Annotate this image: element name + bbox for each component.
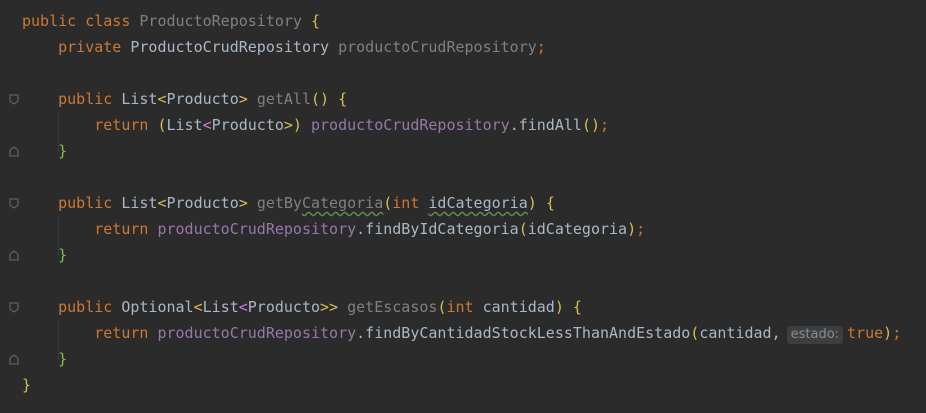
boolean-literal: true (847, 324, 884, 342)
class-open-brace: { (311, 12, 321, 30)
cast-generic-open: < (202, 116, 212, 134)
param-type: int (446, 298, 474, 316)
cast-type: List (166, 116, 203, 134)
class-keyword: public class (22, 12, 131, 30)
code-line: public List<Producto> getAll() { (22, 86, 901, 112)
code-content[interactable]: public class ProductoRepository { privat… (22, 8, 901, 398)
method-close-brace: } (58, 350, 68, 368)
cast-generic-type: Producto (211, 116, 284, 134)
fold-start-icon[interactable] (9, 94, 19, 105)
param-name: idCategoria (428, 194, 528, 212)
arg-close: ) (883, 324, 893, 342)
generic-open: < (193, 298, 203, 316)
fold-start-icon[interactable] (9, 302, 19, 313)
generic-close: > (238, 90, 248, 108)
return-keyword: return (94, 116, 149, 134)
method-open-brace: { (572, 298, 582, 316)
method-close-brace: } (58, 246, 68, 264)
code-line: public Optional<List<Producto>> getEscas… (22, 294, 901, 320)
code-line: return productoCrudRepository.findByCant… (22, 320, 901, 346)
param-open: ( (383, 194, 393, 212)
method-open-brace: { (338, 90, 348, 108)
generic-close: >> (320, 298, 339, 316)
return-type: List (121, 90, 158, 108)
method-call: .findByIdCategoria (356, 220, 519, 238)
code-line: public List<Producto> getByCategoria(int… (22, 190, 901, 216)
field-type: ProductoCrudRepository (130, 38, 330, 56)
field-name: productoCrudRepository (338, 38, 537, 56)
arg-open: ( (518, 220, 528, 238)
code-line: return (List<Producto>) productoCrudRepo… (22, 112, 901, 138)
code-line: } (22, 242, 901, 268)
method-open-brace: { (545, 194, 555, 212)
method-name-typo: Categoria (301, 194, 384, 212)
semicolon: ; (600, 116, 610, 134)
inner-type: List (202, 298, 239, 316)
parameter-hint: estado: (786, 326, 844, 344)
semicolon: ; (636, 220, 646, 238)
code-line: } (22, 138, 901, 164)
fold-start-icon[interactable] (9, 198, 19, 209)
field-reference: productoCrudRepository (157, 324, 357, 342)
inner-generic-open: < (238, 298, 248, 316)
method-close-brace: } (58, 142, 68, 160)
parens: () (311, 90, 330, 108)
field-reference: productoCrudRepository (311, 116, 510, 134)
code-line: } (22, 346, 901, 372)
method-name: getEscasos (347, 298, 438, 316)
fold-end-icon[interactable] (9, 250, 19, 261)
param-name: cantidad (482, 298, 555, 316)
return-keyword: return (94, 324, 149, 342)
field-modifier: private (58, 38, 122, 56)
method-call: .findByCantidadStockLessThanAndEstado (356, 324, 691, 342)
code-editor[interactable]: public class ProductoRepository { privat… (0, 0, 926, 413)
return-keyword: return (94, 220, 149, 238)
argument: idCategoria (527, 220, 628, 238)
arg-open: ( (690, 324, 700, 342)
fold-end-icon[interactable] (9, 146, 19, 157)
method-name: getBy (256, 194, 302, 212)
method-modifier: public (58, 90, 113, 108)
param-type: int (392, 194, 420, 212)
cast-open: ( (157, 116, 167, 134)
code-line: public class ProductoRepository { (22, 8, 901, 34)
method-modifier: public (58, 194, 113, 212)
method-name: getAll (256, 90, 311, 108)
method-modifier: public (58, 298, 113, 316)
return-type: List (121, 194, 158, 212)
semicolon: ; (536, 38, 546, 56)
param-close: ) (554, 298, 564, 316)
generic-type: Producto (166, 194, 239, 212)
code-line: } (22, 372, 901, 398)
generic-open: < (157, 90, 167, 108)
fold-end-icon[interactable] (9, 354, 19, 365)
class-name: ProductoRepository (139, 12, 302, 30)
return-type: Optional (121, 298, 194, 316)
call-parens: () (581, 116, 600, 134)
generic-open: < (157, 194, 167, 212)
cast-close: >) (283, 116, 302, 134)
generic-type: Producto (247, 298, 321, 316)
generic-close: > (238, 194, 248, 212)
arg-close: ) (627, 220, 637, 238)
field-reference: productoCrudRepository (157, 220, 357, 238)
class-close-brace: } (22, 376, 32, 394)
param-close: ) (527, 194, 537, 212)
method-call: .findAll (509, 116, 582, 134)
code-line: private ProductoCrudRepository productoC… (22, 34, 901, 60)
argument: cantidad, (699, 324, 781, 342)
code-line: return productoCrudRepository.findByIdCa… (22, 216, 901, 242)
semicolon: ; (892, 324, 902, 342)
generic-type: Producto (166, 90, 239, 108)
